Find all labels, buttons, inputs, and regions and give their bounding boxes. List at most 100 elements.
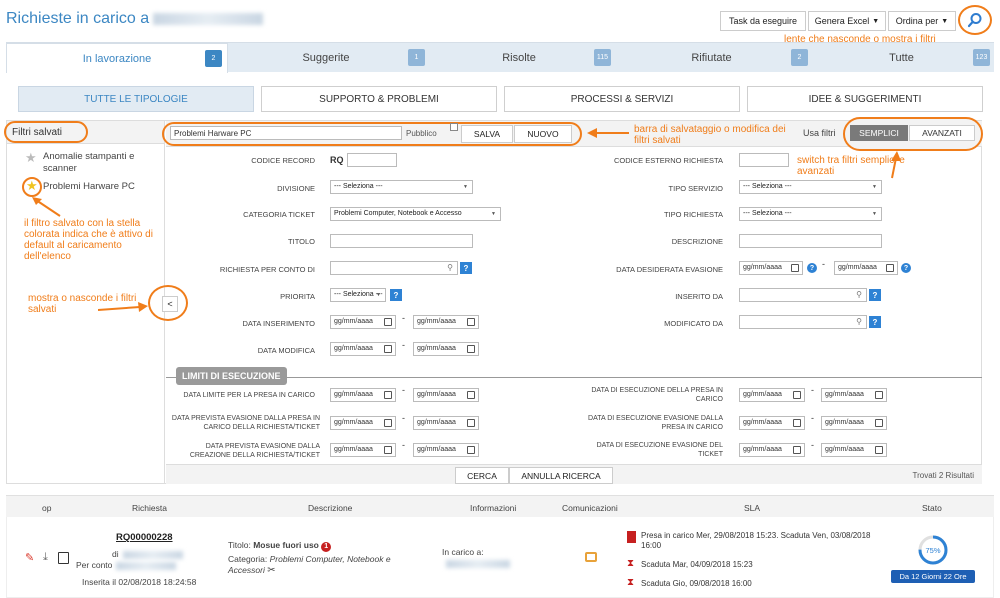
arrow-icon: [587, 128, 629, 138]
label-categoria: CATEGORIA TICKET: [243, 210, 315, 219]
star-outline-icon[interactable]: ★: [25, 150, 37, 166]
category-support[interactable]: SUPPORTO & PROBLEMI: [261, 86, 497, 112]
progress-ring: 75%: [918, 535, 948, 565]
download-icon[interactable]: ⤓: [43, 551, 48, 564]
label-limit-2: DATA PREVISTA EVASIONE DALLA PRESA IN CA…: [171, 415, 320, 431]
date-input[interactable]: gg/mm/aaaa: [330, 342, 396, 356]
request-code-link[interactable]: RQ00000228: [116, 532, 173, 543]
codice-record-input[interactable]: [347, 153, 397, 167]
date-input[interactable]: gg/mm/aaaa: [821, 443, 887, 457]
calendar-icon: [793, 419, 801, 427]
tipo-richiesta-select[interactable]: --- Seleziona ---: [739, 207, 882, 221]
col-informazioni: Informazioni: [470, 503, 517, 513]
date-input[interactable]: gg/mm/aaaa: [330, 443, 396, 457]
help-button[interactable]: ?: [869, 289, 881, 301]
date-input[interactable]: gg/mm/aaaa: [739, 416, 805, 430]
task-button[interactable]: Task da eseguire: [720, 11, 806, 31]
date-input[interactable]: gg/mm/aaaa: [413, 388, 479, 402]
divisione-select[interactable]: --- Seleziona ---: [330, 180, 473, 194]
date-input[interactable]: gg/mm/aaaa: [330, 416, 396, 430]
help-button[interactable]: ?: [869, 316, 881, 328]
range-dash: -: [402, 313, 405, 323]
tipo-servizio-select[interactable]: --- Seleziona ---: [739, 180, 882, 194]
save-button[interactable]: SALVA: [461, 125, 513, 143]
date-input[interactable]: gg/mm/aaaa: [413, 342, 479, 356]
date-input[interactable]: gg/mm/aaaa: [739, 388, 805, 402]
print-icon[interactable]: [58, 552, 69, 564]
categoria-select[interactable]: Problemi Computer, Notebook e Accesso: [330, 207, 501, 221]
saved-filter-item-default[interactable]: Problemi Harware PC: [43, 181, 135, 192]
pencil-icon[interactable]: ✎: [25, 551, 34, 564]
arrow-icon: [32, 197, 61, 217]
col-op: op: [42, 503, 52, 513]
date-input[interactable]: gg/mm/aaaa: [413, 315, 479, 329]
public-label: Pubblico: [406, 129, 437, 138]
help-button[interactable]: ?: [460, 262, 472, 274]
label-codice-esterno: CODICE ESTERNO RICHIESTA: [613, 156, 723, 165]
search-toggle-button[interactable]: [958, 5, 992, 35]
search-icon: [967, 13, 982, 28]
modificato-da-input[interactable]: ⚲: [739, 315, 867, 329]
sla-line-1: Presa in carico Mer, 29/08/2018 15:23. S…: [641, 531, 871, 550]
per-conto-input[interactable]: ⚲: [330, 261, 458, 275]
tab-tutte[interactable]: Tutte 123: [809, 43, 994, 73]
help-icon[interactable]: ?: [901, 263, 911, 273]
tab-in-lavorazione[interactable]: In lavorazione 2: [6, 43, 228, 73]
help-button[interactable]: ?: [390, 289, 402, 301]
date-input[interactable]: gg/mm/aaaa: [834, 261, 898, 275]
priorita-select[interactable]: --- Seleziona ---: [330, 288, 386, 302]
category-processes[interactable]: PROCESSI & SERVIZI: [504, 86, 740, 112]
excel-button[interactable]: Genera Excel ▼: [808, 11, 886, 31]
calendar-icon: [384, 391, 392, 399]
tab-count-badge: 115: [594, 49, 611, 66]
date-input[interactable]: gg/mm/aaaa: [330, 388, 396, 402]
tab-rifiutate[interactable]: Rifiutate 2: [614, 43, 809, 73]
chat-icon[interactable]: [585, 552, 597, 562]
range-dash: -: [811, 413, 814, 423]
calendar-icon: [384, 446, 392, 454]
label-exec-2: DATA DI ESECUZIONE EVASIONE DALLA PRESA …: [588, 415, 723, 431]
descrizione-input[interactable]: [739, 234, 882, 248]
star-filled-icon[interactable]: ★: [26, 178, 38, 194]
date-input[interactable]: gg/mm/aaaa: [739, 261, 803, 275]
search-icon: ⚲: [856, 317, 862, 326]
divider: [166, 377, 982, 378]
titolo-input[interactable]: [330, 234, 473, 248]
date-input[interactable]: gg/mm/aaaa: [821, 416, 887, 430]
page-title: Richieste in carico a: [6, 10, 264, 28]
date-input[interactable]: gg/mm/aaaa: [413, 416, 479, 430]
tab-count-badge: 2: [791, 49, 808, 66]
user-blurred: [122, 550, 183, 559]
category-ideas[interactable]: IDEE & SUGGERIMENTI: [747, 86, 983, 112]
help-icon[interactable]: ?: [807, 263, 817, 273]
results-header: op Richiesta Descrizione Informazioni Co…: [6, 495, 994, 517]
sla-line-2: Scaduta Mar, 04/09/2018 15:23: [641, 560, 753, 569]
tab-suggerite[interactable]: Suggerite 1: [228, 43, 425, 73]
date-input[interactable]: gg/mm/aaaa: [330, 315, 396, 329]
label-limit-3: DATA PREVISTA EVASIONE DALLA CREAZIONE D…: [189, 443, 320, 459]
label-data-modifica: DATA MODIFICA: [257, 346, 315, 355]
new-button[interactable]: NUOVO: [514, 125, 572, 143]
filter-name-input[interactable]: Problemi Harware PC: [170, 126, 402, 140]
date-input[interactable]: gg/mm/aaaa: [739, 443, 805, 457]
cancel-search-button[interactable]: ANNULLA RICERCA: [509, 467, 613, 484]
tab-bar: In lavorazione 2 Suggerite 1 Risolte 115…: [6, 42, 994, 73]
search-button[interactable]: CERCA: [455, 467, 509, 484]
tab-risolte[interactable]: Risolte 115: [424, 43, 614, 73]
public-checkbox[interactable]: [450, 123, 458, 131]
advanced-filters-toggle[interactable]: AVANZATI: [909, 125, 975, 141]
date-input[interactable]: gg/mm/aaaa: [413, 443, 479, 457]
category-all[interactable]: TUTTE LE TIPOLOGIE: [18, 86, 254, 112]
request-by: di: [112, 549, 183, 559]
inserito-da-input[interactable]: ⚲: [739, 288, 867, 302]
annotation-toolbar: barra di salvataggio o modifica dei filt…: [634, 124, 786, 146]
saved-filter-item[interactable]: Anomalie stampanti e scanner: [43, 151, 153, 175]
codice-esterno-input[interactable]: [739, 153, 789, 167]
label-descrizione: DESCRIZIONE: [671, 237, 723, 246]
order-button[interactable]: Ordina per ▼: [888, 11, 956, 31]
date-input[interactable]: gg/mm/aaaa: [821, 388, 887, 402]
col-sla: SLA: [744, 503, 761, 513]
toggle-saved-filters-button[interactable]: <: [162, 296, 178, 312]
simple-filters-toggle[interactable]: SEMPLICI: [850, 125, 908, 141]
calendar-icon: [467, 446, 475, 454]
